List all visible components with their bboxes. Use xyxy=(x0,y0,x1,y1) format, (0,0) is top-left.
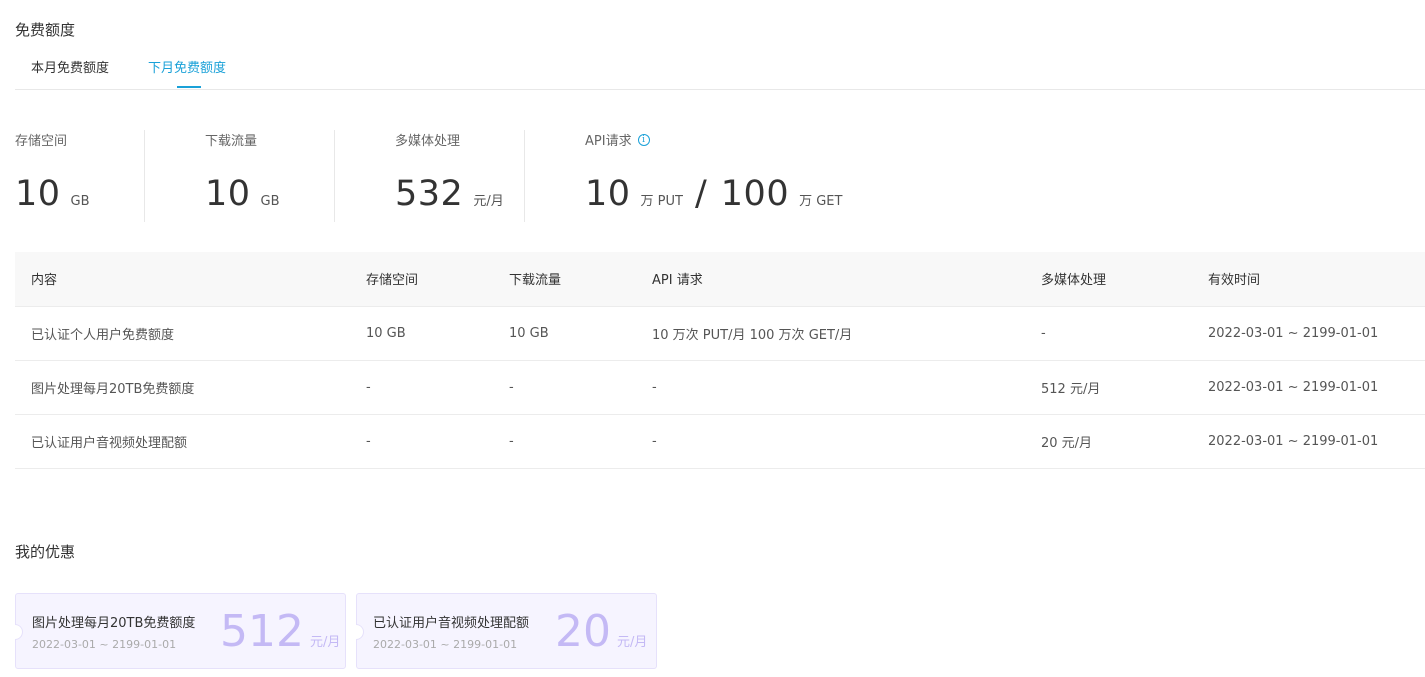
stat-storage-value: 10 xyxy=(15,174,61,214)
stat-api-put-value: 10 xyxy=(585,174,631,214)
tab-next-month[interactable]: 下月免费额度 xyxy=(148,57,226,76)
table-cell: - xyxy=(636,360,1025,415)
stat-storage-unit: GB xyxy=(70,194,90,209)
table-header: 内容 xyxy=(15,252,350,307)
table-cell: - xyxy=(350,414,493,469)
table-header: 有效时间 xyxy=(1192,252,1425,307)
table-cell: - xyxy=(350,360,493,415)
stat-download-label: 下载流量 xyxy=(205,134,258,149)
table-header: 多媒体处理 xyxy=(1025,252,1192,307)
stat-media: 多媒体处理 532 元/月 xyxy=(395,130,504,222)
stat-download-unit: GB xyxy=(260,194,280,209)
my-offers-title: 我的优惠 xyxy=(15,543,76,561)
coupon-card[interactable]: 已认证用户音视频处理配额 2022-03-01 ~ 2199-01-01 20 … xyxy=(356,593,657,669)
tab-this-month[interactable]: 本月免费额度 xyxy=(31,57,109,76)
coupon-card[interactable]: 图片处理每月20TB免费额度 2022-03-01 ~ 2199-01-01 5… xyxy=(15,593,346,669)
table-cell: - xyxy=(636,414,1025,469)
coupon-period: 2022-03-01 ~ 2199-01-01 xyxy=(32,638,177,651)
table-cell: 2022-03-01 ~ 2199-01-01 xyxy=(1192,414,1425,469)
table-cell: - xyxy=(493,360,636,415)
table-row: 已认证个人用户免费额度 10 GB 10 GB 10 万次 PUT/月 100 … xyxy=(15,306,1425,361)
quota-table: 内容 存储空间 下载流量 API 请求 多媒体处理 有效时间 已认证个人用户免费… xyxy=(15,252,1425,469)
stat-download-value: 10 xyxy=(205,174,251,214)
stat-storage: 存储空间 10 GB xyxy=(15,130,90,222)
coupon-unit: 元/月 xyxy=(617,635,648,650)
coupon-name: 图片处理每月20TB免费额度 xyxy=(32,616,196,631)
coupon-notch xyxy=(15,624,23,640)
stat-media-unit: 元/月 xyxy=(473,194,504,209)
stat-media-value: 532 xyxy=(395,174,464,214)
coupon-amount: 512 xyxy=(220,606,304,657)
table-header: API 请求 xyxy=(636,252,1025,307)
table-cell: 2022-03-01 ~ 2199-01-01 xyxy=(1192,360,1425,415)
table-header: 存储空间 xyxy=(350,252,493,307)
stat-divider xyxy=(144,130,145,222)
table-cell: 512 元/月 xyxy=(1025,360,1192,415)
table-cell: 10 万次 PUT/月 100 万次 GET/月 xyxy=(636,306,1025,361)
quota-tabs: 本月免费额度 下月免费额度 xyxy=(15,48,1425,90)
coupon-unit: 元/月 xyxy=(309,635,341,650)
info-icon[interactable]: i xyxy=(637,133,650,146)
stat-api-separator: / xyxy=(694,174,707,214)
stat-api-get-unit: 万 GET xyxy=(799,194,843,209)
stat-download: 下载流量 10 GB xyxy=(205,130,280,222)
table-cell: 10 GB xyxy=(350,306,493,361)
table-cell: 已认证个人用户免费额度 xyxy=(15,306,350,361)
table-cell: 10 GB xyxy=(493,306,636,361)
table-cell: 已认证用户音视频处理配额 xyxy=(15,414,350,469)
coupon-amount: 20 xyxy=(555,606,611,657)
stat-media-label: 多媒体处理 xyxy=(395,134,461,149)
coupon-period: 2022-03-01 ~ 2199-01-01 xyxy=(373,638,518,651)
table-cell: 2022-03-01 ~ 2199-01-01 xyxy=(1192,306,1425,361)
stat-storage-label: 存储空间 xyxy=(15,134,68,149)
table-cell: 图片处理每月20TB免费额度 xyxy=(15,360,350,415)
stat-api-label: API请求 xyxy=(585,134,632,149)
active-tab-indicator xyxy=(177,86,201,88)
free-quota-title: 免费额度 xyxy=(15,21,76,39)
stat-divider xyxy=(334,130,335,222)
stat-api-put-unit: 万 PUT xyxy=(640,194,683,209)
table-cell: - xyxy=(493,414,636,469)
table-cell: - xyxy=(1025,306,1192,361)
table-header: 下载流量 xyxy=(493,252,636,307)
table-row: 图片处理每月20TB免费额度 - - - 512 元/月 2022-03-01 … xyxy=(15,360,1425,415)
stat-api: API请求 i 10 万 PUT / 100 万 GET xyxy=(585,130,842,222)
coupon-notch xyxy=(356,624,364,640)
table-row: 已认证用户音视频处理配额 - - - 20 元/月 2022-03-01 ~ 2… xyxy=(15,414,1425,469)
coupon-name: 已认证用户音视频处理配额 xyxy=(373,616,530,631)
stat-divider xyxy=(524,130,525,222)
stat-api-get-value: 100 xyxy=(720,174,790,214)
table-cell: 20 元/月 xyxy=(1025,414,1192,469)
table-header-row: 内容 存储空间 下载流量 API 请求 多媒体处理 有效时间 xyxy=(15,252,1425,307)
